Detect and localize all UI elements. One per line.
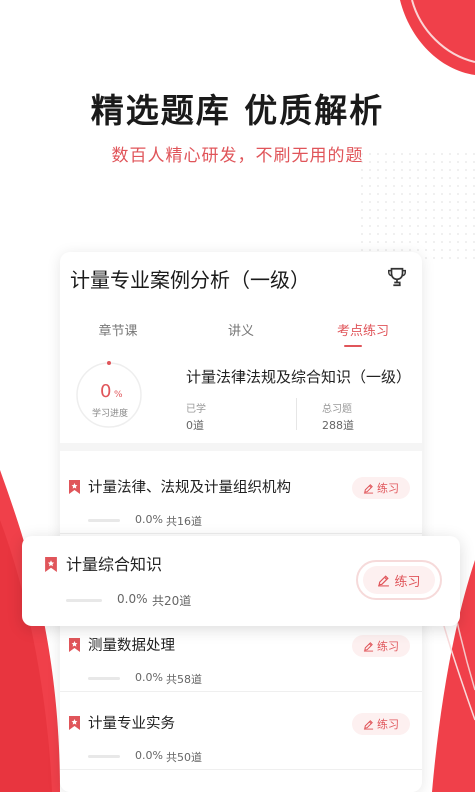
progress-unit: % xyxy=(114,390,123,400)
summary-title[interactable]: 计量法律法规及综合知识（一级） xyxy=(186,366,411,387)
hero-subhead: 数百人精心研发，不刷无用的题 xyxy=(111,146,364,166)
pencil-icon xyxy=(363,483,374,494)
practice-button[interactable]: 练习 xyxy=(352,477,410,499)
active-tab-indicator xyxy=(344,345,362,347)
hero-headline: 精选题库 优质解析 xyxy=(90,91,385,130)
course-title: 计量专业案例分析（一级） xyxy=(70,268,310,292)
chapter-percent: 0.0% xyxy=(135,513,163,526)
chapter-title: 计量法律、法规及计量组织机构 xyxy=(88,480,291,496)
total-label: 总习题 xyxy=(322,404,352,415)
highlighted-chapter-item[interactable]: 计量综合知识 0.0% 共20道 练习 xyxy=(22,536,460,626)
learned-label: 已学 xyxy=(186,404,206,415)
practice-button-label: 练习 xyxy=(377,482,399,495)
bookmark-icon xyxy=(69,638,80,652)
tab-chapter-course[interactable]: 章节课 xyxy=(98,320,137,339)
practice-button[interactable]: 练习 xyxy=(352,713,410,735)
learned-value: 0道 xyxy=(186,419,204,432)
total-value: 288道 xyxy=(322,419,354,432)
chapter-progress-bar xyxy=(88,755,120,758)
chapter-title: 测量数据处理 xyxy=(88,638,175,654)
chapter-total: 共58道 xyxy=(166,673,202,686)
chapter-total: 共20道 xyxy=(152,594,192,608)
pencil-icon xyxy=(363,641,374,652)
course-card: 计量专业案例分析（一级） 章节课 讲义 考点练习 0 % 学习进度 计量法律法规… xyxy=(60,252,422,792)
pencil-icon xyxy=(378,574,390,586)
stat-divider xyxy=(296,398,297,430)
progress-label: 学习进度 xyxy=(91,409,128,419)
chapter-item[interactable]: 计量法律、法规及计量组织机构 练习 0.0% 共16道 xyxy=(60,456,422,534)
tab-bar: 章节课 讲义 考点练习 xyxy=(60,320,422,350)
bookmark-icon xyxy=(45,557,57,572)
chapter-title: 计量综合知识 xyxy=(66,555,163,574)
bookmark-icon xyxy=(69,480,80,494)
chapter-title: 计量专业实务 xyxy=(88,716,175,732)
practice-button-label: 练习 xyxy=(377,718,399,731)
chapter-progress-bar xyxy=(66,599,102,602)
tab-handout[interactable]: 讲义 xyxy=(228,320,254,339)
practice-button-label: 练习 xyxy=(394,574,421,590)
chapter-percent: 0.0% xyxy=(135,671,163,684)
chapter-progress-bar xyxy=(88,519,120,522)
progress-value: 0 xyxy=(100,381,112,402)
pencil-icon xyxy=(363,719,374,730)
practice-button-label: 练习 xyxy=(377,640,399,653)
practice-button[interactable]: 练习 xyxy=(363,566,435,594)
practice-button[interactable]: 练习 xyxy=(352,635,410,657)
section-divider xyxy=(60,443,422,451)
tab-exam-practice[interactable]: 考点练习 xyxy=(337,320,389,339)
chapter-total: 共50道 xyxy=(166,751,202,764)
trophy-icon[interactable] xyxy=(386,266,408,288)
chapter-progress-bar xyxy=(88,677,120,680)
chapter-percent: 0.0% xyxy=(135,749,163,762)
chapter-item[interactable]: 计量专业实务 练习 0.0% 共50道 xyxy=(60,692,422,770)
chapter-total: 共16道 xyxy=(166,515,202,528)
bookmark-icon xyxy=(69,716,80,730)
chapter-percent: 0.0% xyxy=(117,592,148,606)
